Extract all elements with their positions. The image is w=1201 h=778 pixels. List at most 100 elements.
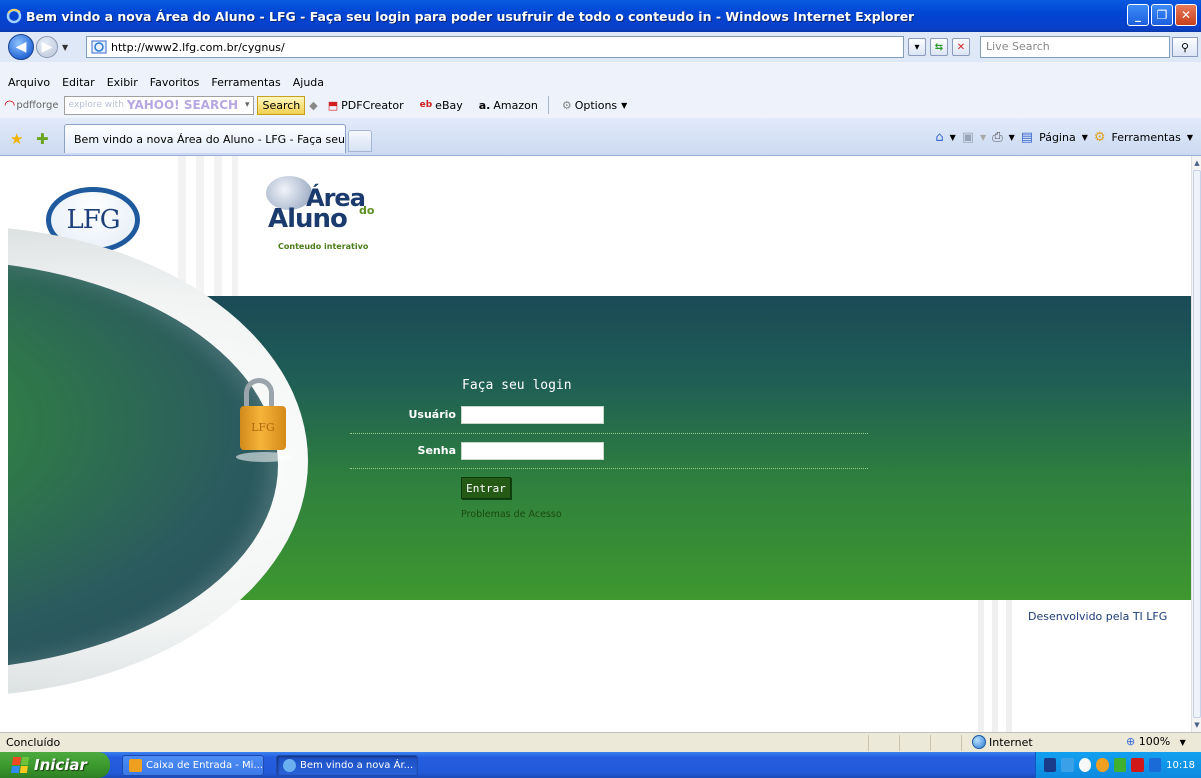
system-tray: 10:18 <box>1035 752 1201 778</box>
antivirus-tray-icon[interactable] <box>1131 758 1144 772</box>
refresh-icon[interactable]: ⇆ <box>930 38 948 56</box>
pdfcreator-button[interactable]: ⬒ PDFCreator <box>324 96 408 115</box>
network-tray-icon[interactable] <box>1061 758 1074 772</box>
windows-flag-icon <box>10 757 30 773</box>
security-zone[interactable]: Internet <box>972 735 1033 749</box>
scroll-down-icon[interactable]: ▼ <box>1192 718 1201 732</box>
tab-active[interactable]: Bem vindo a nova Área do Aluno - LFG - F… <box>64 124 346 153</box>
address-url: http://www2.lfg.com.br/cygnus/ <box>111 40 285 54</box>
outlook-icon <box>129 759 142 772</box>
back-tray-icon[interactable] <box>1078 758 1092 772</box>
developer-credit: Desenvolvido pela TI LFG <box>1028 610 1168 623</box>
zoom-icon: ⊕ <box>1126 735 1136 748</box>
page-menu-icon: ▤ <box>1020 130 1034 145</box>
close-button[interactable]: ✕ <box>1175 4 1197 26</box>
status-panes <box>838 735 968 751</box>
page-dropdown-icon[interactable]: ▼ <box>1082 133 1088 142</box>
search-icon[interactable]: ⚲ <box>1172 37 1198 57</box>
print-icon[interactable]: ⎙ <box>992 130 1002 145</box>
taskbar-item-ie[interactable]: Bem vindo a nova Ár... <box>276 755 418 776</box>
home-dropdown-icon[interactable]: ▼ <box>950 133 956 142</box>
tools-dropdown-icon[interactable]: ▼ <box>1187 133 1193 142</box>
login-title: Faça seu login <box>462 378 572 393</box>
menu-bar: Arquivo Editar Exibir Favoritos Ferramen… <box>0 72 1201 92</box>
messenger-tray-icon[interactable] <box>1096 758 1109 772</box>
feeds-dropdown-icon[interactable]: ▼ <box>980 133 986 142</box>
login-submit-button[interactable]: Entrar <box>461 477 511 499</box>
menu-arquivo[interactable]: Arquivo <box>8 76 50 89</box>
zoom-control[interactable]: ⊕ 100% ▼ <box>1126 735 1186 748</box>
start-button[interactable]: Iniciar <box>0 752 110 778</box>
yahoo-dropdown-icon[interactable]: ▾ <box>245 100 250 110</box>
title-bar: Bem vindo a nova Área do Aluno - LFG - F… <box>0 0 1201 32</box>
menu-ferramentas[interactable]: Ferramentas <box>211 76 280 89</box>
forward-button[interactable]: ▶ <box>36 36 58 58</box>
yahoo-search-input[interactable]: explore with YAHOO! SEARCH ▾ <box>64 95 255 115</box>
toolbar: ◠ pdfforge explore with YAHOO! SEARCH ▾ … <box>0 92 1201 118</box>
security-tray-icon[interactable] <box>1113 758 1127 772</box>
status-bar: Concluído Internet ⊕ 100% ▼ <box>0 732 1201 752</box>
area-do-aluno-logo: Área do Aluno Conteudo interativo <box>256 176 396 266</box>
toolbar-grip-icon: ◆ <box>309 98 318 112</box>
tab-label: Bem vindo a nova Área do Aluno - LFG - F… <box>74 132 345 146</box>
vertical-scrollbar[interactable]: ▲ ▼ <box>1191 156 1201 732</box>
home-icon[interactable]: ⌂ <box>935 130 943 145</box>
page-menu[interactable]: Página <box>1039 131 1076 144</box>
tab-bar: ★ ✚ Bem vindo a nova Área do Aluno - LFG… <box>0 118 1201 156</box>
footer-stripes <box>978 600 1018 732</box>
password-input[interactable] <box>461 442 604 460</box>
ie-icon <box>283 759 296 772</box>
tools-menu[interactable]: Ferramentas <box>1112 131 1181 144</box>
add-favorite-icon[interactable]: ✚ <box>36 130 49 148</box>
back-button[interactable]: ◀ <box>8 34 34 60</box>
scroll-up-icon[interactable]: ▲ <box>1192 156 1201 170</box>
padlock-icon: LFG <box>236 378 292 464</box>
taskbar-item-outlook[interactable]: Caixa de Entrada - Mi... <box>122 755 264 776</box>
address-input[interactable]: http://www2.lfg.com.br/cygnus/ <box>86 36 904 58</box>
tools-gear-icon: ⚙ <box>1093 130 1106 145</box>
pdfforge-icon: ◠ <box>4 97 16 113</box>
options-button[interactable]: ⚙ Options ▼ <box>558 96 634 115</box>
page-icon <box>91 40 107 54</box>
ie-icon <box>6 8 22 24</box>
command-bar: ⌂ ▼ ▣ ▼ ⎙ ▼ ▤ Página ▼ ⚙ Ferramentas ▼ <box>935 130 1193 145</box>
status-text: Concluído <box>6 736 61 749</box>
page-viewport: LFG Área do Aluno Conteudo interativo LF… <box>0 156 1201 732</box>
internet-globe-icon <box>972 735 986 749</box>
gear-icon: ⚙ <box>561 98 572 112</box>
app-tray-icon[interactable] <box>1148 758 1162 772</box>
pdfcreator-icon: ⬒ <box>327 98 339 112</box>
form-divider <box>350 468 868 469</box>
menu-editar[interactable]: Editar <box>62 76 95 89</box>
address-dropdown-icon[interactable]: ▾ <box>908 38 926 56</box>
ebay-button[interactable]: eb eBay <box>416 96 467 115</box>
maximize-button[interactable]: ❐ <box>1151 4 1173 26</box>
minimize-button[interactable]: _ <box>1127 4 1149 26</box>
form-divider <box>350 433 868 434</box>
taskbar: Iniciar Caixa de Entrada - Mi... Bem vin… <box>0 752 1201 778</box>
favorites-star-icon[interactable]: ★ <box>10 130 23 148</box>
menu-exibir[interactable]: Exibir <box>107 76 138 89</box>
username-label: Usuário <box>408 408 457 421</box>
access-problems-link[interactable]: Problemas de Acesso <box>461 509 562 520</box>
address-row: ◀ ▶ ▼ http://www2.lfg.com.br/cygnus/ ▾ ⇆… <box>0 32 1201 62</box>
new-tab-button[interactable] <box>348 130 372 152</box>
scroll-thumb[interactable] <box>1193 170 1201 718</box>
help-tray-icon[interactable] <box>1044 758 1057 772</box>
yahoo-search-button[interactable]: Search <box>257 95 306 115</box>
toolbar-separator <box>0 62 1201 72</box>
menu-favoritos[interactable]: Favoritos <box>150 76 200 89</box>
window-title: Bem vindo a nova Área do Aluno - LFG - F… <box>26 8 915 24</box>
stop-icon[interactable]: ✕ <box>952 38 970 56</box>
zoom-dropdown-icon[interactable]: ▼ <box>1180 738 1186 747</box>
pdfforge-logo[interactable]: ◠ pdfforge <box>4 98 58 113</box>
toolbar-divider <box>547 96 549 114</box>
amazon-button[interactable]: a. Amazon <box>475 96 542 115</box>
history-dropdown-icon[interactable]: ▼ <box>62 43 68 52</box>
feeds-icon[interactable]: ▣ <box>962 130 974 145</box>
live-search-input[interactable]: Live Search <box>980 36 1170 58</box>
chevron-down-icon: ▼ <box>621 100 628 110</box>
print-dropdown-icon[interactable]: ▼ <box>1009 133 1015 142</box>
menu-ajuda[interactable]: Ajuda <box>293 76 324 89</box>
username-input[interactable] <box>461 406 604 424</box>
